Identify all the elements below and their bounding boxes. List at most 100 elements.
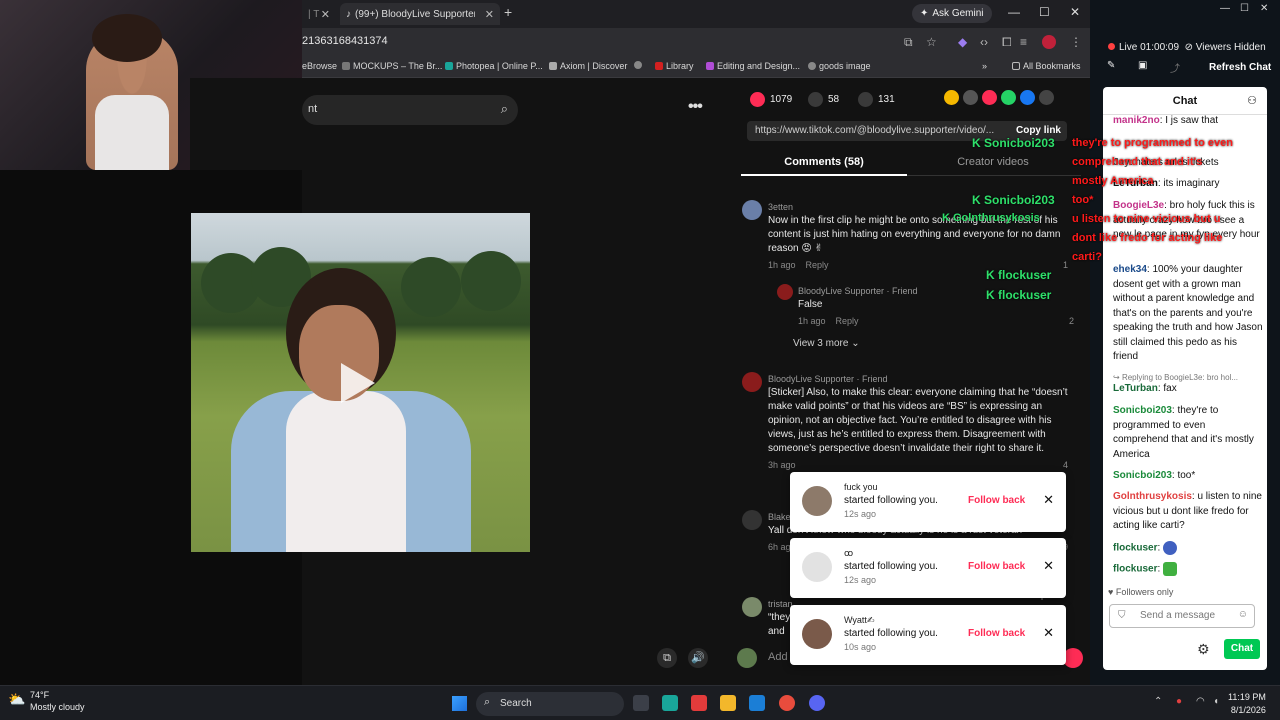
- share-icon[interactable]: [1039, 90, 1054, 105]
- bookmark-item[interactable]: Library: [655, 61, 694, 71]
- discord-icon[interactable]: [809, 695, 825, 711]
- url-field[interactable]: 21363168431374: [302, 35, 388, 47]
- puzzle-icon[interactable]: ⧠: [1002, 35, 1012, 50]
- send-icon[interactable]: [982, 90, 997, 105]
- app-icon[interactable]: [662, 695, 678, 711]
- tab-comments[interactable]: Comments (58): [741, 156, 907, 168]
- facebook-icon[interactable]: [1020, 90, 1035, 105]
- emoji-icon[interactable]: ☺: [1238, 609, 1248, 620]
- chat-user[interactable]: LeTurban: [1113, 383, 1158, 394]
- bookmark-item[interactable]: Photopea | Online P...: [445, 61, 543, 71]
- more-options-icon[interactable]: •••: [688, 98, 710, 116]
- pip-icon[interactable]: ⧉: [657, 648, 677, 668]
- close-icon[interactable]: ✕: [1043, 558, 1054, 574]
- outlook-icon[interactable]: [749, 695, 765, 711]
- avatar[interactable]: [777, 284, 793, 300]
- volume-icon[interactable]: ◖: [1213, 696, 1219, 707]
- close-icon[interactable]: ✕: [485, 8, 494, 21]
- copy-link-button[interactable]: Copy link: [1016, 125, 1061, 136]
- chat-settings-icon[interactable]: ⚙: [1197, 641, 1210, 658]
- comment-button[interactable]: 58: [808, 92, 839, 107]
- bookmark-item[interactable]: [634, 61, 642, 69]
- view-more-replies[interactable]: View 3 more ⌄: [793, 337, 860, 351]
- all-bookmarks[interactable]: All Bookmarks: [1012, 61, 1081, 71]
- bookmark-item[interactable]: MOCKUPS – The Br...: [342, 61, 442, 71]
- users-icon[interactable]: ⚇: [1247, 87, 1257, 115]
- close-window-button[interactable]: ✕: [1070, 5, 1080, 19]
- youtube-icon[interactable]: [691, 695, 707, 711]
- reply-button[interactable]: Reply: [836, 316, 859, 326]
- refresh-chat-button[interactable]: Refresh Chat: [1209, 62, 1271, 73]
- taskbar-search[interactable]: ⌕ Search: [476, 692, 624, 716]
- close-icon[interactable]: ✕: [1043, 492, 1054, 508]
- tab-creator-videos[interactable]: Creator videos: [913, 156, 1073, 168]
- tab-active[interactable]: ♪ (99+) BloodyLive Supporter (@... ✕: [340, 3, 500, 25]
- avatar[interactable]: [802, 486, 832, 516]
- clock[interactable]: 11:19 PM 8/1/2026: [1228, 691, 1266, 717]
- install-icon[interactable]: ⧉: [904, 35, 913, 50]
- bookmark-item[interactable]: Editing and Design...: [706, 61, 800, 71]
- media-icon[interactable]: ≡: [1020, 35, 1027, 49]
- chat-user[interactable]: flockuser: [1113, 564, 1157, 575]
- maximize-button[interactable]: ☐: [1039, 5, 1050, 19]
- follow-back-button[interactable]: Follow back: [968, 628, 1025, 639]
- minimize-button[interactable]: —: [1220, 3, 1230, 14]
- chat-user[interactable]: Sonicboi203: [1113, 470, 1172, 481]
- bookmark-star-icon[interactable]: ☆: [926, 35, 937, 49]
- wifi-icon[interactable]: ◠: [1196, 696, 1205, 707]
- close-icon[interactable]: ✕: [321, 8, 330, 21]
- volume-icon[interactable]: 🔊: [688, 648, 708, 668]
- chat-user[interactable]: ehek34: [1113, 264, 1147, 275]
- more-bookmarks-icon[interactable]: »: [982, 61, 987, 71]
- comment-author[interactable]: BloodyLive Supporter · Friend: [768, 372, 1068, 386]
- ask-gemini-button[interactable]: ✦ Ask Gemini: [912, 4, 992, 23]
- video-player[interactable]: [191, 213, 530, 552]
- comment-like-count[interactable]: 2: [1069, 314, 1074, 328]
- avatar[interactable]: [742, 597, 762, 617]
- close-window-button[interactable]: ✕: [1260, 3, 1268, 14]
- avatar[interactable]: [742, 200, 762, 220]
- search-icon[interactable]: ⌕: [501, 101, 508, 117]
- extension-icon[interactable]: ◆: [958, 35, 967, 49]
- avatar[interactable]: [742, 372, 762, 392]
- minimize-button[interactable]: —: [1008, 5, 1020, 19]
- chat-send-button[interactable]: Chat: [1224, 639, 1260, 659]
- comment-like-count[interactable]: 4: [1063, 458, 1068, 472]
- profile-avatar[interactable]: [1042, 35, 1056, 49]
- tab-previous[interactable]: | T ✕: [302, 3, 336, 25]
- chat-user[interactable]: manik2no: [1113, 115, 1160, 126]
- chat-user[interactable]: BoogieL3e: [1113, 200, 1164, 211]
- new-tab-button[interactable]: +: [504, 4, 512, 20]
- bookmark-item[interactable]: eBrowse: [302, 61, 337, 71]
- chat-user[interactable]: Golnthrusykosis: [1113, 491, 1192, 502]
- coin-icon[interactable]: [944, 90, 959, 105]
- windows-start-icon[interactable]: [452, 696, 467, 711]
- save-button[interactable]: 131: [858, 92, 895, 107]
- menu-kebab-icon[interactable]: ⋮: [1070, 35, 1082, 49]
- maximize-button[interactable]: ☐: [1240, 3, 1249, 14]
- avatar[interactable]: [742, 510, 762, 530]
- embed-icon[interactable]: [963, 90, 978, 105]
- follow-back-button[interactable]: Follow back: [968, 561, 1025, 572]
- avatar[interactable]: [802, 552, 832, 582]
- comment-input[interactable]: Add: [768, 651, 788, 663]
- bookmark-item[interactable]: Axiom | Discover: [549, 61, 627, 71]
- edit-icon[interactable]: ✎: [1107, 60, 1115, 71]
- share-icon[interactable]: ⤴: [1170, 60, 1180, 75]
- post-comment-icon[interactable]: [1063, 648, 1083, 668]
- whatsapp-icon[interactable]: [1001, 90, 1016, 105]
- share-link-url[interactable]: https://www.tiktok.com/@bloodylive.suppo…: [755, 125, 994, 136]
- devtools-icon[interactable]: ‹›: [980, 35, 988, 49]
- chat-input[interactable]: ⛉ Send a message ☺: [1109, 604, 1255, 628]
- search-input[interactable]: nt ⌕: [302, 95, 518, 125]
- microphone-icon[interactable]: ●: [1176, 696, 1182, 707]
- follow-back-button[interactable]: Follow back: [968, 495, 1025, 506]
- like-button[interactable]: 1079: [750, 92, 792, 107]
- chat-user[interactable]: Sonicboi203: [1113, 405, 1172, 416]
- close-icon[interactable]: ✕: [1043, 625, 1054, 641]
- chat-user[interactable]: flockuser: [1113, 543, 1157, 554]
- play-icon[interactable]: [341, 363, 375, 403]
- reply-button[interactable]: Reply: [806, 260, 829, 270]
- chrome-icon[interactable]: [779, 695, 795, 711]
- chevron-up-icon[interactable]: ⌃: [1154, 696, 1162, 707]
